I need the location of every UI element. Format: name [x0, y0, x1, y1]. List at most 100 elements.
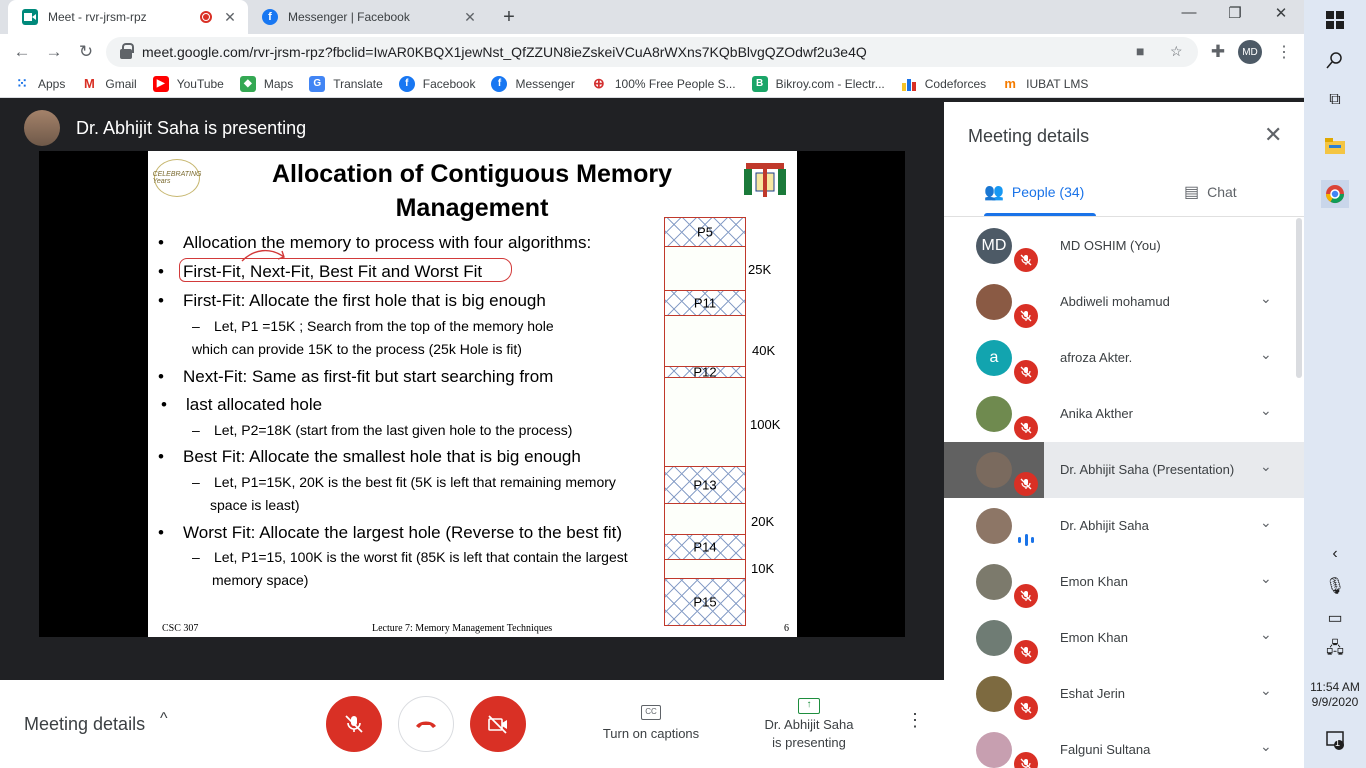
chevron-down-icon[interactable]: ⌄	[1260, 626, 1272, 643]
bookmark-label: Apps	[38, 76, 66, 91]
chevron-down-icon[interactable]: ⌄	[1260, 682, 1272, 699]
chevron-up-icon[interactable]: ^	[160, 710, 168, 728]
tab-people[interactable]: 👥 People (34)	[984, 182, 1084, 202]
address-bar[interactable]: meet.google.com/rvr-jrsm-rpz?fbclid=IwAR…	[106, 37, 1198, 67]
avatar	[976, 508, 1012, 544]
chevron-down-icon[interactable]: ⌄	[1260, 570, 1272, 587]
chevron-left-icon[interactable]: ‹	[1323, 542, 1347, 566]
participant-row[interactable]: Emon Khan ⌄	[944, 554, 1304, 610]
task-view-icon[interactable]: ⧉	[1323, 88, 1347, 112]
chrome-taskbar-icon[interactable]	[1321, 180, 1349, 208]
browser-toolbar: ← → ↻ meet.google.com/rvr-jrsm-rpz?fbcli…	[0, 34, 1304, 70]
profile-avatar[interactable]: MD	[1238, 40, 1262, 64]
participant-row[interactable]: Dr. Abhijit Saha ⌄	[944, 498, 1304, 554]
camera-toggle-button[interactable]	[470, 696, 526, 752]
minimize-icon[interactable]: —	[1174, 4, 1204, 21]
leave-call-button[interactable]	[398, 696, 454, 752]
meeting-details-toggle[interactable]: Meeting details	[24, 714, 145, 735]
bookmark-facebook[interactable]: f Facebook	[398, 75, 475, 92]
sub-bullet-text: space is least)	[210, 497, 300, 513]
more-options-icon[interactable]: ⋮	[906, 710, 924, 731]
mic-toggle-button[interactable]	[326, 696, 382, 752]
chevron-down-icon[interactable]: ⌄	[1260, 738, 1272, 755]
chevron-down-icon[interactable]: ⌄	[1260, 290, 1272, 307]
forward-icon[interactable]: →	[42, 40, 66, 64]
participant-row[interactable]: Anika Akther ⌄	[944, 386, 1304, 442]
camera-icon[interactable]: ■	[1136, 43, 1144, 59]
bookmark-translate[interactable]: G Translate	[309, 75, 383, 92]
participant-row[interactable]: a afroza Akter. ⌄	[944, 330, 1304, 386]
participant-row[interactable]: Falguni Sultana ⌄	[944, 722, 1304, 768]
extensions-icon[interactable]: ✚	[1206, 40, 1230, 64]
iubat-logo	[744, 163, 786, 197]
system-clock[interactable]: 11:54 AM 9/9/2020	[1304, 680, 1366, 710]
hole-size-label: 25K	[748, 262, 772, 277]
celebrating-logo: CELEBRATING Years	[153, 159, 201, 197]
chat-icon: ▤	[1184, 184, 1200, 201]
bookmark-maps[interactable]: ◆ Maps	[239, 75, 293, 92]
captions-icon: CC	[641, 705, 661, 720]
participant-avatar-area	[944, 386, 1044, 442]
bullet-text: First-Fit, Next-Fit, Best Fit and Worst …	[183, 262, 483, 281]
participant-name: MD OSHIM (You)	[1060, 238, 1161, 253]
microphone-tray-icon[interactable]: 🎙	[1323, 574, 1347, 598]
apps-grid-icon: ⁙	[14, 75, 30, 92]
close-tab-icon[interactable]: ✕	[220, 9, 240, 26]
windows-start-icon[interactable]	[1323, 8, 1347, 32]
present-status-button[interactable]: ↑ Dr. Abhijit Saha is presenting	[752, 694, 866, 752]
bookmark-iubat-lms[interactable]: m IUBAT LMS	[1002, 75, 1088, 92]
network-icon[interactable]: 🖧	[1323, 638, 1347, 662]
panel-scrollbar[interactable]	[1296, 218, 1302, 378]
tab-chat[interactable]: ▤ Chat	[1184, 182, 1237, 202]
notifications-icon[interactable]: 1	[1323, 728, 1347, 752]
tab-title: Meet - rvr-jrsm-rpz	[48, 10, 147, 24]
tab-meet[interactable]: Meet - rvr-jrsm-rpz ✕	[8, 0, 248, 34]
close-panel-icon[interactable]: ✕	[1264, 122, 1282, 148]
file-explorer-icon[interactable]	[1323, 134, 1347, 158]
participant-name: Emon Khan	[1060, 630, 1128, 645]
memory-block: P5	[664, 217, 746, 247]
bookmark-codeforces[interactable]: Codeforces	[900, 75, 986, 92]
chevron-down-icon[interactable]: ⌄	[1260, 514, 1272, 531]
chevron-down-icon[interactable]: ⌄	[1260, 458, 1272, 475]
tab-messenger[interactable]: f Messenger | Facebook ✕	[248, 0, 488, 34]
captions-button[interactable]: CC Turn on captions	[590, 702, 712, 741]
participant-avatar-area	[944, 554, 1044, 610]
browser-menu-icon[interactable]: ⋮	[1276, 42, 1292, 62]
bookmark-youtube[interactable]: ▶ YouTube	[152, 75, 224, 92]
slide-title-line: Management	[395, 194, 549, 222]
participant-row[interactable]: Eshat Jerin ⌄	[944, 666, 1304, 722]
mic-muted-icon	[1014, 752, 1038, 768]
back-icon[interactable]: ←	[10, 40, 34, 64]
participant-row[interactable]: Emon Khan ⌄	[944, 610, 1304, 666]
sub-bullet-text: Let, P1=15, 100K is the worst fit (85K i…	[214, 549, 628, 565]
restore-icon[interactable]: ❐	[1220, 4, 1250, 22]
bookmark-star-icon[interactable]: ☆	[1170, 43, 1183, 60]
bookmark-bikroy[interactable]: B Bikroy.com - Electr...	[751, 75, 885, 92]
close-tab-icon[interactable]: ✕	[460, 9, 480, 26]
reload-icon[interactable]: ↻	[74, 40, 98, 64]
bookmark-people-search[interactable]: ⊕ 100% Free People S...	[590, 75, 736, 92]
presenter-label: Dr. Abhijit Saha is presenting	[76, 117, 307, 138]
bookmark-gmail[interactable]: M Gmail	[81, 75, 137, 92]
participant-row[interactable]: Abdiweli mohamud ⌄	[944, 274, 1304, 330]
participant-row[interactable]: MD MD OSHIM (You)	[944, 218, 1304, 274]
participant-name: Eshat Jerin	[1060, 686, 1126, 701]
hang-up-icon	[416, 721, 436, 728]
memory-hole	[664, 377, 746, 467]
search-icon[interactable]	[1323, 48, 1347, 72]
presentation-slide: CELEBRATING Years Allocation of Contiguo…	[148, 151, 797, 637]
participant-name: Emon Khan	[1060, 574, 1128, 589]
memory-block-label: P14	[693, 539, 717, 555]
new-tab-icon[interactable]: +	[498, 6, 520, 29]
bookmark-label: YouTube	[176, 76, 224, 91]
bookmark-messenger[interactable]: f Messenger	[491, 75, 575, 92]
battery-icon[interactable]: ▭	[1323, 606, 1347, 630]
chevron-down-icon[interactable]: ⌄	[1260, 346, 1272, 363]
bookmark-apps[interactable]: ⁙ Apps	[14, 75, 66, 92]
chevron-down-icon[interactable]: ⌄	[1260, 402, 1272, 419]
screen: Meet - rvr-jrsm-rpz ✕ f Messenger | Face…	[0, 0, 1366, 768]
window-close-icon[interactable]: ✕	[1266, 4, 1296, 22]
participant-row[interactable]: Dr. Abhijit Saha (Presentation) ⌄	[944, 442, 1304, 498]
participant-avatar-area	[944, 722, 1044, 768]
